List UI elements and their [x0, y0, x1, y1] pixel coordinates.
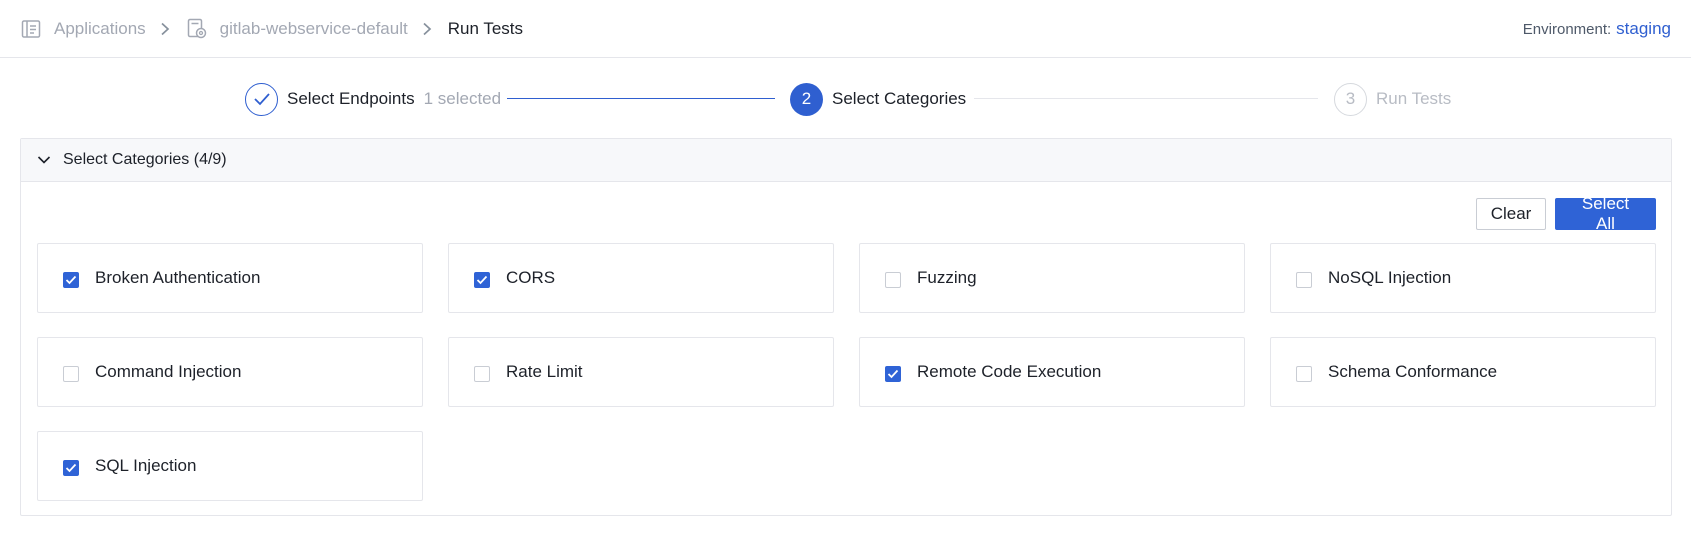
category-label: NoSQL Injection — [1328, 268, 1452, 287]
category-label: Command Injection — [95, 362, 242, 381]
step-number: 2 — [790, 82, 823, 116]
step-run-tests: 3 Run Tests — [1334, 82, 1451, 116]
categories-panel: Select Categories (4/9) Clear Select All… — [20, 138, 1672, 516]
category-label: CORS — [506, 268, 556, 287]
breadcrumb: Applications gitlab-webservice-default R… — [20, 18, 523, 40]
panel-header[interactable]: Select Categories (4/9) — [21, 139, 1671, 182]
breadcrumb-service-link[interactable]: gitlab-webservice-default — [220, 19, 408, 39]
step-title: Select Categories — [832, 89, 967, 108]
checkbox-unchecked[interactable] — [63, 365, 79, 382]
step-select-endpoints[interactable]: Select Endpoints 1 selected — [245, 82, 501, 116]
breadcrumb-current: Run Tests — [447, 18, 523, 38]
step-connector — [974, 98, 1318, 99]
panel-title: Select Categories (4/9) — [63, 151, 227, 168]
category-label: Schema Conformance — [1328, 362, 1498, 381]
category-card[interactable]: SQL Injection — [37, 431, 423, 501]
stepper: Select Endpoints 1 selected 2 Select Cat… — [0, 58, 1691, 138]
step-subtitle: 1 selected — [423, 89, 502, 108]
chevron-right-icon — [160, 22, 170, 36]
checkbox-unchecked[interactable] — [885, 271, 901, 288]
checkbox-checked[interactable] — [474, 271, 490, 288]
top-bar: Applications gitlab-webservice-default R… — [0, 0, 1691, 58]
checkbox-checked[interactable] — [63, 271, 79, 288]
checkbox-unchecked[interactable] — [1296, 271, 1312, 288]
chevron-down-icon[interactable] — [37, 155, 51, 165]
checkbox-checked[interactable] — [885, 365, 901, 382]
step-title: Select Endpoints — [287, 89, 415, 108]
category-label: SQL Injection — [95, 456, 197, 475]
panel-actions: Clear Select All — [1476, 194, 1656, 233]
category-card[interactable]: Rate Limit — [448, 337, 834, 407]
category-card[interactable]: NoSQL Injection — [1270, 243, 1656, 313]
environment-indicator: Environment: staging — [1523, 19, 1671, 39]
checkbox-checked[interactable] — [63, 459, 79, 476]
category-card[interactable]: Broken Authentication — [37, 243, 423, 313]
step-number: 3 — [1334, 82, 1367, 116]
service-settings-icon — [186, 18, 208, 40]
category-card[interactable]: CORS — [448, 243, 834, 313]
environment-value-link[interactable]: staging — [1616, 19, 1671, 39]
category-card[interactable]: Command Injection — [37, 337, 423, 407]
step-select-categories[interactable]: 2 Select Categories — [790, 82, 966, 116]
checkbox-unchecked[interactable] — [474, 365, 490, 382]
category-card[interactable]: Fuzzing — [859, 243, 1245, 313]
category-label: Remote Code Execution — [917, 362, 1102, 381]
environment-label: Environment: — [1522, 20, 1612, 38]
category-card[interactable]: Schema Conformance — [1270, 337, 1656, 407]
step-connector — [507, 98, 775, 99]
checkbox-unchecked[interactable] — [1296, 365, 1312, 382]
category-label: Rate Limit — [506, 362, 583, 381]
category-card[interactable]: Remote Code Execution — [859, 337, 1245, 407]
category-label: Broken Authentication — [95, 268, 261, 287]
app-list-icon — [20, 18, 42, 40]
step-title: Run Tests — [1376, 89, 1452, 108]
select-all-button[interactable]: Select All — [1555, 194, 1656, 233]
clear-button[interactable]: Clear — [1476, 198, 1546, 230]
chevron-right-icon — [422, 22, 432, 36]
breadcrumb-applications-link[interactable]: Applications — [54, 19, 146, 39]
check-icon — [245, 82, 278, 116]
category-label: Fuzzing — [917, 268, 977, 287]
category-grid: Broken Authentication CORS Fuzzing NoSQL In… — [37, 243, 1656, 501]
